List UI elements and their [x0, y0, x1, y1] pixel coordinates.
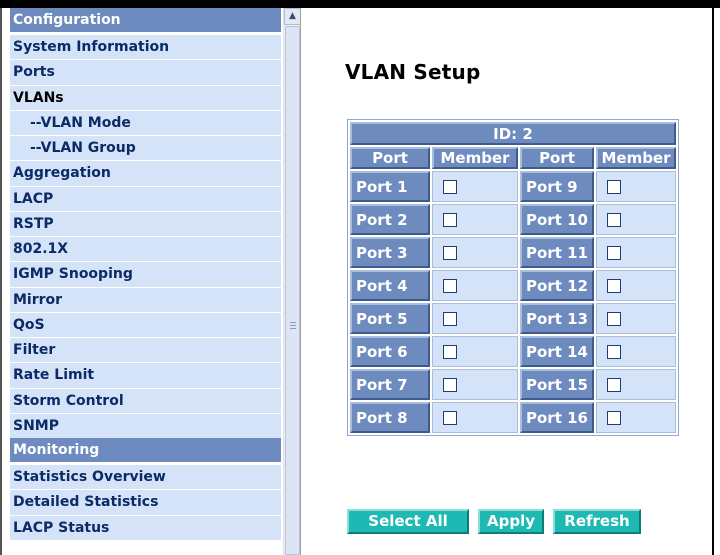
member-cell	[596, 171, 676, 202]
sidebar-item-lacp[interactable]: LACP	[10, 185, 281, 211]
member-cell	[596, 402, 676, 433]
sidebar-item-lacp-status[interactable]: LACP Status	[10, 514, 281, 540]
member-cell	[596, 204, 676, 235]
table-row: Port 3 Port 11	[350, 237, 676, 268]
sidebar-item-aggregation[interactable]: Aggregation	[10, 160, 281, 186]
vlan-member-table: ID: 2 Port Member Port Member Port 1 Port…	[347, 119, 679, 436]
sidebar-item-qos[interactable]: QoS	[10, 311, 281, 337]
member-checkbox[interactable]	[443, 411, 457, 425]
member-checkbox[interactable]	[443, 312, 457, 326]
port-label: Port 4	[350, 270, 430, 301]
member-cell	[432, 270, 518, 301]
port-label: Port 8	[350, 402, 430, 433]
member-checkbox[interactable]	[443, 279, 457, 293]
vlan-id-header: ID: 2	[350, 122, 676, 145]
member-cell	[432, 336, 518, 367]
table-row: Port 4 Port 12	[350, 270, 676, 301]
select-all-button[interactable]: Select All	[347, 509, 469, 534]
scroll-up-button[interactable]: ▲	[284, 8, 300, 25]
sidebar-item-storm-control[interactable]: Storm Control	[10, 387, 281, 413]
member-cell	[596, 237, 676, 268]
port-label: Port 15	[520, 369, 594, 400]
sidebar-item-rstp[interactable]: RSTP	[10, 210, 281, 236]
sidebar-item-igmp-snooping[interactable]: IGMP Snooping	[10, 261, 281, 287]
table-row: Port 7 Port 15	[350, 369, 676, 400]
col-header-port: Port	[350, 147, 430, 169]
vlan-rows: Port 1 Port 9 Port 2 Port 10 Port 3 Port 11 Po…	[350, 171, 676, 433]
port-label: Port 16	[520, 402, 594, 433]
right-border	[712, 0, 714, 555]
member-checkbox[interactable]	[607, 378, 621, 392]
col-header-member: Member	[432, 147, 518, 169]
port-label: Port 14	[520, 336, 594, 367]
table-row: Port 1 Port 9	[350, 171, 676, 202]
member-cell	[432, 402, 518, 433]
port-label: Port 2	[350, 204, 430, 235]
port-label: Port 9	[520, 171, 594, 202]
sidebar-item-system-information[interactable]: System Information	[10, 34, 281, 60]
member-checkbox[interactable]	[443, 213, 457, 227]
member-cell	[432, 369, 518, 400]
scroll-thumb[interactable]	[285, 26, 300, 555]
member-cell	[432, 171, 518, 202]
port-label: Port 11	[520, 237, 594, 268]
col-header-member: Member	[596, 147, 676, 169]
table-row: Port 8 Port 16	[350, 402, 676, 433]
apply-button[interactable]: Apply	[478, 509, 544, 534]
sidebar-item-vlan-group[interactable]: --VLAN Group	[10, 135, 281, 161]
member-checkbox[interactable]	[607, 279, 621, 293]
sidebar-frame: Configuration System Information Ports VLAN…	[0, 8, 301, 555]
member-cell	[432, 237, 518, 268]
table-row: Port 2 Port 10	[350, 204, 676, 235]
sidebar-section-header: Configuration	[10, 8, 281, 32]
table-row: Port 5 Port 13	[350, 303, 676, 334]
sidebar-menu: Configuration System Information Ports VLAN…	[10, 8, 281, 540]
port-label: Port 10	[520, 204, 594, 235]
port-label: Port 13	[520, 303, 594, 334]
grip-line	[290, 322, 296, 323]
port-label: Port 1	[350, 171, 430, 202]
member-cell	[596, 270, 676, 301]
col-header-port: Port	[520, 147, 594, 169]
sidebar-scrollbar[interactable]: ▲	[283, 8, 300, 555]
member-cell	[432, 204, 518, 235]
sidebar-item-snmp[interactable]: SNMP	[10, 412, 281, 438]
port-label: Port 7	[350, 369, 430, 400]
member-checkbox[interactable]	[607, 246, 621, 260]
sidebar-item-802-1x[interactable]: 802.1X	[10, 236, 281, 262]
sidebar-item-vlan-mode[interactable]: --VLAN Mode	[10, 109, 281, 135]
member-checkbox[interactable]	[443, 246, 457, 260]
member-checkbox[interactable]	[607, 312, 621, 326]
sidebar-item-vlans[interactable]: VLANs	[10, 84, 281, 110]
refresh-button[interactable]: Refresh	[553, 509, 641, 534]
member-checkbox[interactable]	[443, 180, 457, 194]
member-checkbox[interactable]	[443, 378, 457, 392]
member-checkbox[interactable]	[607, 180, 621, 194]
sidebar-item-statistics-overview[interactable]: Statistics Overview	[10, 464, 281, 490]
sidebar-item-mirror[interactable]: Mirror	[10, 286, 281, 312]
table-row: Port 6 Port 14	[350, 336, 676, 367]
member-cell	[596, 303, 676, 334]
sidebar-item-filter[interactable]: Filter	[10, 337, 281, 363]
top-border	[0, 0, 720, 8]
member-cell	[596, 336, 676, 367]
member-checkbox[interactable]	[607, 345, 621, 359]
port-label: Port 12	[520, 270, 594, 301]
member-cell	[432, 303, 518, 334]
member-checkbox[interactable]	[607, 411, 621, 425]
port-label: Port 5	[350, 303, 430, 334]
sidebar-item-detailed-statistics[interactable]: Detailed Statistics	[10, 489, 281, 515]
grip-line	[290, 328, 296, 329]
port-label: Port 3	[350, 237, 430, 268]
member-cell	[596, 369, 676, 400]
member-checkbox[interactable]	[607, 213, 621, 227]
sidebar-section-header: Monitoring	[10, 438, 281, 462]
port-label: Port 6	[350, 336, 430, 367]
sidebar-item-ports[interactable]: Ports	[10, 59, 281, 85]
member-checkbox[interactable]	[443, 345, 457, 359]
triangle-up-icon: ▲	[289, 11, 296, 21]
grip-line	[290, 325, 296, 326]
page-title: VLAN Setup	[345, 60, 481, 84]
sidebar-item-rate-limit[interactable]: Rate Limit	[10, 362, 281, 388]
